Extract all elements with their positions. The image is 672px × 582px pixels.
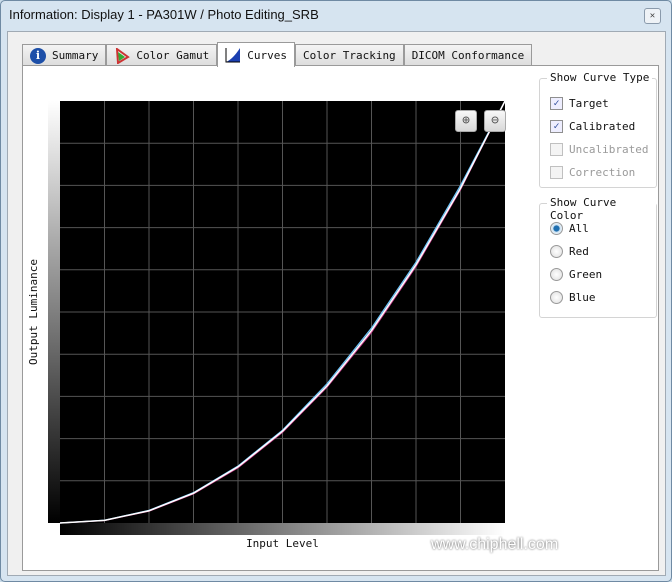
tab-label: Summary — [52, 49, 99, 62]
output-gradient-bar — [48, 101, 60, 523]
watermark: www.chiphell.com — [431, 536, 559, 553]
all-radio[interactable]: All — [550, 222, 589, 235]
zoom-out-icon[interactable]: ⊖ — [484, 110, 506, 132]
green-radio[interactable]: Green — [550, 268, 602, 281]
input-gradient-bar — [60, 523, 505, 535]
calibrated-checkbox[interactable]: ✓ Calibrated — [550, 120, 635, 133]
curves-icon — [225, 48, 241, 63]
x-axis-label: Input Level — [246, 537, 319, 550]
curve-type-group: Show Curve Type ✓ Target ✓ Calibrated Unca… — [539, 71, 657, 188]
curve-color-group: Show Curve Color All Red Green Blue — [539, 196, 657, 318]
group-title: Show Curve Color — [547, 196, 656, 222]
zoom-in-icon[interactable]: ⊕ — [455, 110, 477, 132]
close-icon[interactable]: ✕ — [644, 8, 661, 24]
info-icon: i — [30, 47, 46, 64]
tab-dicom-conformance[interactable]: DICOM Conformance — [403, 44, 533, 66]
target-checkbox[interactable]: ✓ Target — [550, 97, 609, 110]
tab-summary[interactable]: i Summary — [22, 44, 107, 66]
y-axis-label: Output Luminance — [27, 259, 40, 365]
client-area: i Summary Color Gamut Curves Color Tracki… — [7, 31, 666, 576]
blue-radio[interactable]: Blue — [550, 291, 596, 304]
tab-label: Color Tracking — [302, 49, 396, 62]
tab-label: Curves — [247, 48, 287, 62]
tab-color-gamut[interactable]: Color Gamut — [106, 44, 218, 66]
window-title: Information: Display 1 - PA301W / Photo … — [9, 7, 319, 22]
tab-color-tracking[interactable]: Color Tracking — [294, 44, 404, 66]
correction-checkbox[interactable]: Correction — [550, 166, 635, 179]
tab-bar: i Summary Color Gamut Curves Color Tracki… — [22, 42, 533, 67]
red-radio[interactable]: Red — [550, 245, 589, 258]
info-window: Information: Display 1 - PA301W / Photo … — [0, 0, 672, 582]
tab-curves[interactable]: Curves — [217, 42, 295, 67]
color-gamut-icon — [116, 47, 131, 64]
tab-label: Color Gamut — [136, 49, 210, 62]
group-title: Show Curve Type — [547, 71, 653, 84]
uncalibrated-checkbox[interactable]: Uncalibrated — [550, 143, 648, 156]
curves-panel: Input Level Output Luminance ⊕ ⊖ Show Cur… — [22, 65, 659, 571]
tab-label: DICOM Conformance — [411, 49, 525, 62]
